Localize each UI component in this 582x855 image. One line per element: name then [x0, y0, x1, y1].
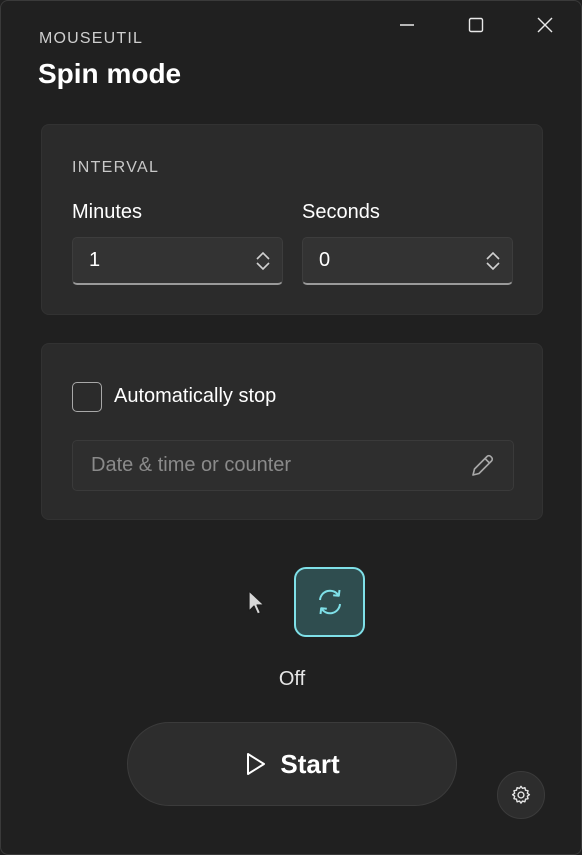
pencil-icon[interactable] [467, 451, 497, 481]
spin-status-text: Off [278, 668, 306, 690]
auto-stop-card: Automatically stop Date & time or counte… [41, 343, 543, 520]
minutes-label: Minutes [72, 201, 143, 223]
seconds-number-box[interactable]: 0 [302, 237, 513, 285]
settings-button[interactable] [497, 771, 545, 819]
minimize-icon [400, 24, 414, 26]
gear-icon [511, 785, 531, 804]
spin-toggle-button[interactable] [294, 567, 365, 637]
auto-stop-checkbox[interactable] [72, 382, 102, 412]
interval-card: INTERVAL Minutes 1 Seconds 0 [41, 124, 543, 315]
start-button[interactable]: Start [127, 722, 457, 806]
maximize-icon [468, 17, 484, 33]
spinner-arrows-icon[interactable] [254, 250, 272, 272]
interval-section-label: INTERVAL [72, 159, 160, 176]
minutes-number-box[interactable]: 1 [72, 237, 283, 285]
stop-condition-placeholder: Date & time or counter [91, 454, 292, 476]
app-name: MOUSEUTIL [39, 30, 144, 47]
play-icon [247, 753, 266, 775]
page-title: Spin mode [38, 58, 182, 89]
start-button-label: Start [280, 748, 340, 779]
maximize-button[interactable] [453, 9, 499, 41]
seconds-label: Seconds [302, 201, 380, 223]
app-window: MOUSEUTIL Spin mode INTERVAL Minutes 1 S… [0, 0, 582, 855]
seconds-value: 0 [319, 249, 331, 271]
auto-stop-label[interactable]: Automatically stop [114, 385, 276, 408]
sync-icon [318, 589, 341, 615]
mouse-cursor-icon [248, 590, 265, 615]
close-icon [537, 17, 553, 33]
close-button[interactable] [522, 9, 568, 41]
spinner-arrows-icon[interactable] [484, 250, 502, 272]
minutes-value: 1 [89, 249, 101, 271]
minimize-button[interactable] [384, 9, 430, 41]
stop-condition-input[interactable]: Date & time or counter [72, 440, 514, 491]
